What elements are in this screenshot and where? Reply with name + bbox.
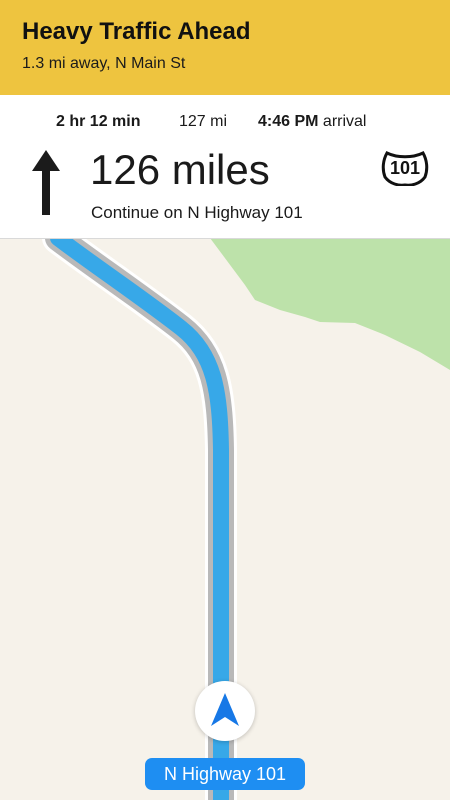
navigation-instruction-card[interactable]: 2 hr 12 min 127 mi 4:46 PM arrival 126 m…	[0, 95, 450, 239]
traffic-alert-title: Heavy Traffic Ahead	[22, 18, 251, 45]
park-area	[210, 238, 450, 370]
traffic-alert-banner[interactable]: Heavy Traffic Ahead 1.3 mi away, N Main …	[0, 0, 450, 95]
navigation-arrow-icon	[211, 693, 239, 726]
maneuver-instruction: Continue on N Highway 101	[91, 203, 303, 222]
arrival-info: 4:46 PM arrival	[258, 110, 366, 134]
maneuver-distance: 126 miles	[90, 146, 270, 193]
trip-distance: 127 mi	[179, 113, 228, 130]
route-shield: 101	[380, 150, 430, 187]
route-number: 101	[389, 158, 421, 178]
trip-duration: 2 hr 12 min	[56, 113, 141, 130]
arrival-time: 4:46 PM	[258, 113, 319, 130]
traffic-alert-subtitle: 1.3 mi away, N Main St	[22, 55, 186, 72]
current-location-marker[interactable]	[195, 681, 255, 741]
straight-arrow-icon	[32, 150, 60, 215]
navigation-screen: Heavy Traffic Ahead 1.3 mi away, N Main …	[0, 0, 450, 800]
trip-summary: 2 hr 12 min 127 mi 4:46 PM arrival	[0, 110, 450, 134]
arrival-label: arrival	[322, 113, 367, 130]
current-road-label: N Highway 101	[145, 758, 305, 790]
